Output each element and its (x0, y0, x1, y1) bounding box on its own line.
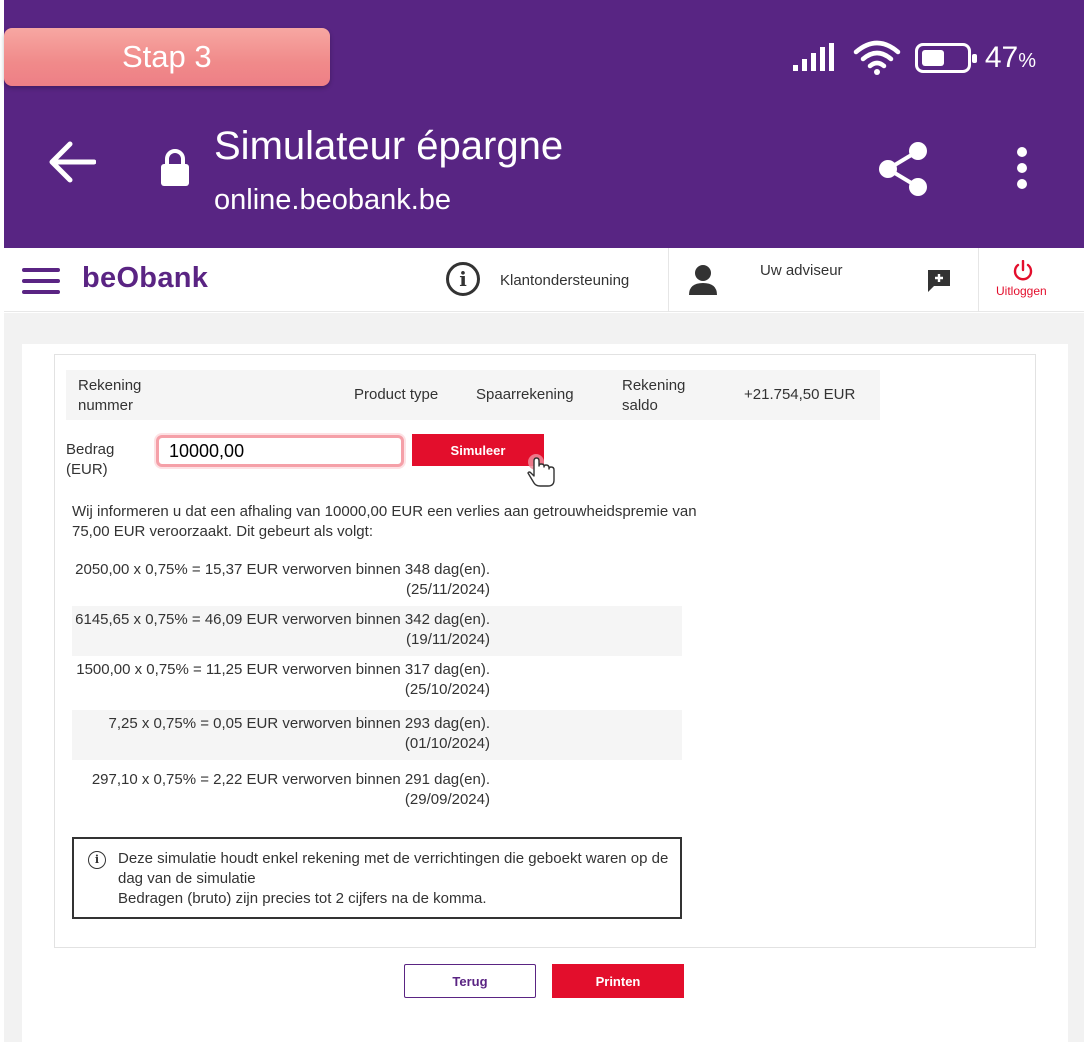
calculation-row: 2050,00 x 0,75% = 15,37 EUR verworven bi… (72, 556, 682, 606)
back-arrow-icon[interactable] (48, 140, 96, 184)
print-button[interactable]: Printen (552, 964, 684, 998)
disclaimer-box: i Deze simulatie houdt enkel rekening me… (72, 837, 682, 919)
step-badge: Stap 3 (4, 28, 330, 86)
status-bar: 47% (792, 40, 1036, 76)
account-balance-value: +21.754,50 EUR (744, 386, 856, 403)
calculation-text: 1500,00 x 0,75% = 11,25 EUR verworven bi… (76, 661, 490, 698)
account-summary: Rekening nummer Product type Spaarrekeni… (66, 370, 880, 420)
lock-icon (161, 149, 189, 186)
bank-header: beObank i Klantondersteuning Uw adviseur… (4, 248, 1084, 312)
calculation-text: 2050,00 x 0,75% = 15,37 EUR verworven bi… (75, 561, 490, 598)
disclaimer-line: Deze simulatie houdt enkel rekening met … (118, 850, 669, 887)
support-link[interactable]: Klantondersteuning (500, 272, 629, 289)
back-button[interactable]: Terug (404, 964, 536, 998)
signal-icon (792, 43, 834, 71)
page-title: Simulateur épargne (214, 124, 564, 168)
info-icon: i (88, 851, 106, 869)
menu-icon[interactable] (22, 266, 62, 296)
account-number-label: Rekening nummer (78, 377, 142, 414)
amount-label: Bedrag (EUR) (66, 441, 115, 478)
account-balance-label: Rekening saldo (622, 377, 686, 414)
tap-cursor-icon (527, 454, 555, 487)
header-divider (978, 248, 979, 312)
calculation-row: 297,10 x 0,75% = 2,22 EUR verworven binn… (72, 766, 682, 816)
disclaimer-line: Bedragen (bruto) zijn precies tot 2 cijf… (118, 890, 487, 907)
disclaimer-text: Deze simulatie houdt enkel rekening met … (118, 849, 678, 909)
product-type-label: Product type (354, 386, 439, 403)
battery-percent: 47% (984, 41, 1036, 74)
add-message-icon[interactable] (926, 268, 952, 294)
wifi-icon (853, 40, 901, 75)
calculation-text: 297,10 x 0,75% = 2,22 EUR verworven binn… (91, 771, 490, 808)
more-options-icon[interactable] (1012, 146, 1032, 194)
calculation-text: 7,25 x 0,75% = 0,05 EUR verworven binnen… (108, 715, 491, 752)
logout-link[interactable]: Uitloggen (996, 284, 1047, 298)
calculation-row: 7,25 x 0,75% = 0,05 EUR verworven binnen… (72, 710, 682, 760)
header-divider (668, 248, 669, 312)
product-type-value: Spaarrekening (476, 386, 574, 403)
power-icon[interactable] (1012, 260, 1034, 282)
beobank-logo[interactable]: beObank (82, 262, 208, 295)
page-url[interactable]: online.beobank.be (214, 184, 451, 217)
advisor-link[interactable]: Uw adviseur (760, 262, 843, 279)
simulate-button[interactable]: Simuleer (412, 434, 544, 466)
simulation-notice: Wij informeren u dat een afhaling van 10… (72, 503, 697, 540)
share-icon[interactable] (876, 140, 930, 198)
person-icon[interactable] (688, 264, 718, 296)
amount-input[interactable] (156, 435, 404, 467)
battery-icon (914, 43, 977, 73)
calculation-row: 1500,00 x 0,75% = 11,25 EUR verworven bi… (72, 656, 682, 706)
calculation-text: 6145,65 x 0,75% = 46,09 EUR verworven bi… (75, 611, 490, 648)
info-icon[interactable]: i (446, 262, 480, 296)
calculation-row: 6145,65 x 0,75% = 46,09 EUR verworven bi… (72, 606, 682, 656)
